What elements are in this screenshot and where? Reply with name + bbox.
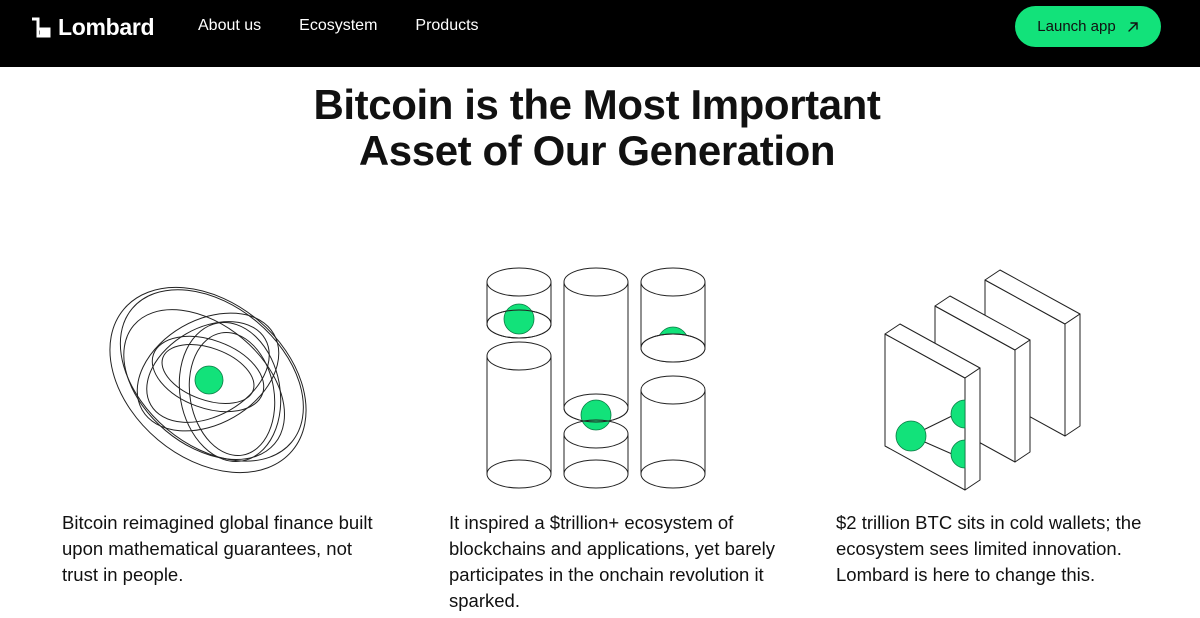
lombard-logo-link[interactable]: Lombard [30,13,155,41]
main-nav: About us Ecosystem Products [198,16,517,36]
feature-text-cold-wallets: $2 trillion BTC sits in cold wallets; th… [836,512,1142,585]
lombard-logo-mark-icon [32,17,51,37]
arrow-up-right-icon [1128,21,1138,32]
cold-wallet-slabs-illustration [880,262,1085,498]
feature-text-ecosystem: It inspired a $trillion+ ecosystem of bl… [449,512,775,611]
launch-app-label: Launch app [1037,18,1116,35]
nav-item-products[interactable]: Products [415,16,478,36]
interlocking-rings-illustration [92,262,324,498]
nav-item-about-us[interactable]: About us [198,16,261,36]
feature-text-finance: Bitcoin reimagined global finance built … [62,512,373,585]
nav-item-ecosystem[interactable]: Ecosystem [299,16,377,36]
launch-app-button[interactable]: Launch app [1015,6,1161,47]
top-navbar: Lombard About us Ecosystem Products Laun… [0,0,1200,67]
brand-name: Lombard [58,13,155,40]
hero-title: Bitcoin is the Most Important Asset of O… [313,81,881,174]
cylinder-columns-illustration [480,262,712,498]
